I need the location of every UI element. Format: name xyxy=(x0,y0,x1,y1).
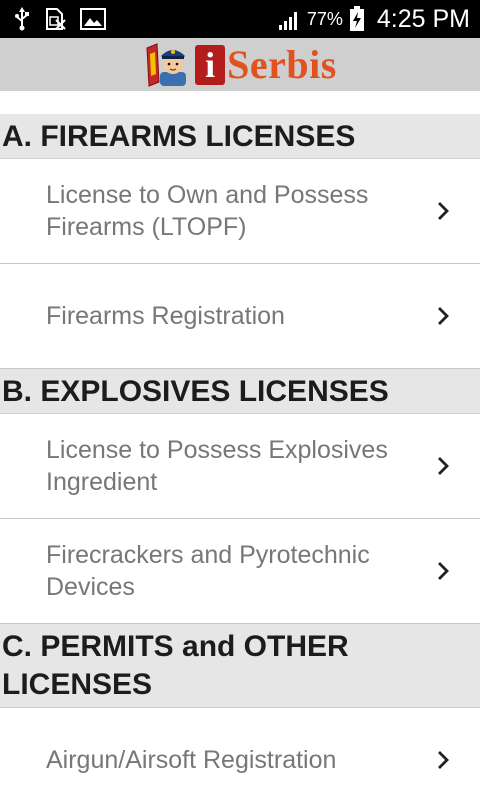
chevron-right-icon xyxy=(434,305,452,327)
chevron-right-icon xyxy=(434,560,452,582)
app-logo: i Serbis xyxy=(143,42,337,88)
license-list: A. FIREARMS LICENSES License to Own and … xyxy=(0,91,480,800)
list-item-explosives-ingredient[interactable]: License to Possess Explosives Ingredient xyxy=(0,414,480,519)
section-header-explosives: B. EXPLOSIVES LICENSES xyxy=(0,369,480,414)
list-item-airgun-registration[interactable]: Airgun/Airsoft Registration xyxy=(0,708,480,800)
image-icon xyxy=(80,8,106,30)
section-header-permits: C. PERMITS and OTHER LICENSES xyxy=(0,624,480,708)
list-item-ltopf[interactable]: License to Own and Possess Firearms (LTO… xyxy=(0,159,480,264)
top-spacer xyxy=(0,91,480,114)
list-item-firecrackers[interactable]: Firecrackers and Pyrotechnic Devices xyxy=(0,519,480,624)
usb-icon xyxy=(14,7,30,31)
section-header-firearms: A. FIREARMS LICENSES xyxy=(0,114,480,159)
chevron-right-icon xyxy=(434,749,452,771)
list-item-label: Airgun/Airsoft Registration xyxy=(46,746,337,774)
list-item-label: License to Possess Explosives Ingredient xyxy=(46,436,388,496)
list-item-label: License to Own and Possess Firearms (LTO… xyxy=(46,181,369,241)
chevron-right-icon xyxy=(434,200,452,222)
status-bar-left xyxy=(14,0,106,38)
chevron-right-icon xyxy=(434,455,452,477)
signal-icon xyxy=(277,7,301,31)
status-bar-right: 77% 4:25 PM xyxy=(277,0,470,38)
logo-i-letter: i xyxy=(195,44,226,85)
list-item-firearms-registration[interactable]: Firearms Registration xyxy=(0,264,480,369)
clock: 4:25 PM xyxy=(376,4,470,33)
list-item-label: Firearms Registration xyxy=(46,302,285,330)
status-bar: 77% 4:25 PM xyxy=(0,0,480,38)
list-item-label: Firecrackers and Pyrotechnic Devices xyxy=(46,541,370,601)
battery-charging-icon xyxy=(349,6,365,32)
no-sim-icon xyxy=(44,7,66,31)
app-header: i Serbis xyxy=(0,38,480,91)
police-mascot-icon xyxy=(143,42,193,88)
logo-text: Serbis xyxy=(227,41,337,87)
battery-percent: 77% xyxy=(306,8,343,29)
